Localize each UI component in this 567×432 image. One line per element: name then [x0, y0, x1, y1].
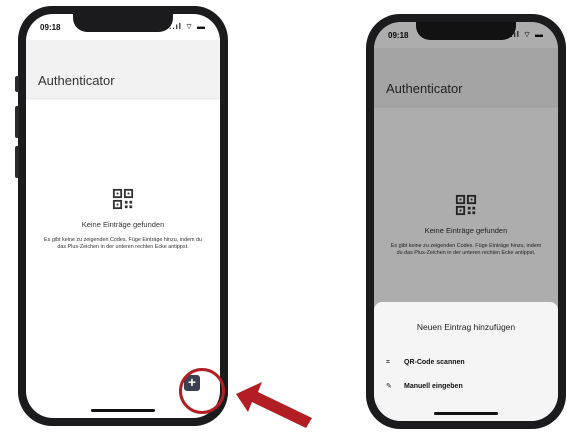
screen-left: 09:18 ..ıl ⌔ ▬ Authenticator Keine Eintr…: [26, 14, 220, 418]
manual-entry-option[interactable]: ✎ Manuell eingeben: [386, 382, 463, 390]
app-bar: Authenticator: [26, 40, 220, 98]
screen-right: 09:18 ..ıl ⌔ ▬ Authenticator Keine Eintr…: [374, 22, 558, 421]
app-title: Authenticator: [38, 73, 115, 88]
volume-up-button: [15, 106, 19, 138]
home-indicator: [434, 412, 498, 415]
qr-code-icon: [112, 188, 134, 210]
status-icons: ..ıl ⌔ ▬: [169, 22, 206, 31]
scan-qr-code-option[interactable]: ⌗ QR-Code scannen: [386, 359, 465, 367]
side-button: [15, 76, 19, 92]
notch: [73, 14, 173, 32]
sheet-title: Neuen Eintrag hinzufügen: [416, 322, 516, 332]
home-indicator: [91, 409, 155, 412]
empty-title: Keine Einträge gefunden: [81, 220, 165, 229]
bottom-sheet: Neuen Eintrag hinzufügen ⌗ QR-Code scanne…: [374, 302, 558, 421]
red-arrow-icon: [236, 382, 312, 428]
phone-left: 09:18 ..ıl ⌔ ▬ Authenticator Keine Eintr…: [15, 6, 228, 426]
empty-state: Keine Einträge gefunden Es gibt keine zu…: [26, 188, 220, 252]
qr-scan-icon: ⌗: [386, 359, 390, 366]
pencil-icon: ✎: [386, 383, 392, 390]
manual-entry-label: Manuell eingeben: [404, 383, 463, 390]
volume-down-button: [15, 146, 19, 178]
highlight-circle: [179, 368, 225, 414]
status-time: 09:18: [40, 23, 61, 32]
phone-right: 09:18 ..ıl ⌔ ▬ Authenticator Keine Eintr…: [366, 14, 566, 429]
empty-description: Es gibt keine zu zeigenden Codes. Füge E…: [44, 237, 202, 251]
scan-qr-code-label: QR-Code scannen: [404, 359, 465, 366]
